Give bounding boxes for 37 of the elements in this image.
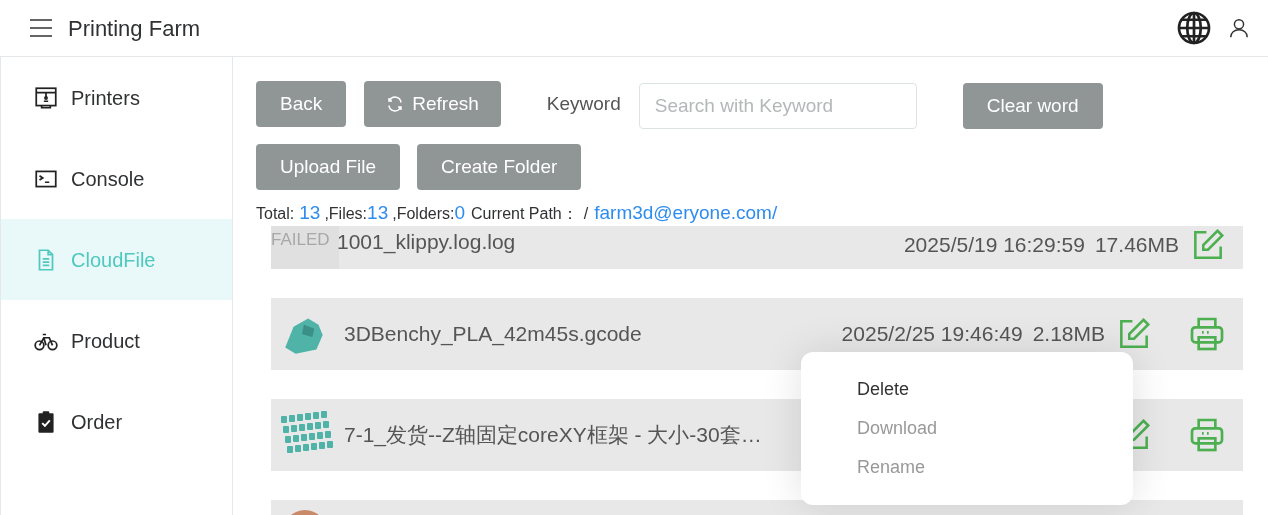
current-path-link[interactable]: farm3d@eryone.com/ <box>594 203 778 223</box>
printer-icon <box>33 84 59 111</box>
sidebar-item[interactable]: Order <box>1 381 232 462</box>
path-label: Current Path： <box>471 204 578 224</box>
menu-icon[interactable] <box>30 19 52 37</box>
keyword-label: Keyword <box>546 91 621 116</box>
upload-file-button[interactable]: Upload File <box>256 144 401 190</box>
create-folder-button[interactable]: Create Folder <box>417 144 582 190</box>
sidebar-item[interactable]: Printers <box>1 57 232 138</box>
file-name: 1001_klippy.log.log <box>337 229 516 256</box>
search-field[interactable]: Search with Keyword <box>638 83 917 129</box>
back-button[interactable]: Back <box>256 81 347 127</box>
files-count: 13 <box>367 203 389 223</box>
file-date: 2025/2/25 19:46:49 <box>841 321 1023 348</box>
file-row[interactable]: FAILED 1001_klippy.log.log 2025/5/19 16:29:59 17.46MB <box>271 226 1243 269</box>
total-label: Total: <box>256 204 295 224</box>
refresh-icon <box>386 95 405 113</box>
file-name: 3DBenchy_PLA_42m45s.gcode <box>344 321 642 348</box>
user-icon[interactable] <box>1228 17 1250 39</box>
failed-label: FAILED <box>271 229 330 250</box>
app-title: Printing Farm <box>68 14 201 43</box>
refresh-button[interactable]: Refresh <box>364 81 501 127</box>
total-count: 13 <box>299 203 321 223</box>
clear-word-button[interactable]: Clear word <box>962 83 1103 129</box>
folders-count: 0 <box>454 203 466 223</box>
globe-icon[interactable] <box>1176 10 1212 46</box>
sidebar-item[interactable]: Product <box>1 300 232 381</box>
file-date: 2025/5/19 16:29:59 <box>903 232 1085 259</box>
file-size: 17.46MB <box>1094 232 1179 259</box>
path-separator: / <box>583 204 589 224</box>
file-name: 7-1_发货--Z轴固定coreXY框架 - 大小-30套… <box>344 422 762 449</box>
folders-label: ,Folders: <box>392 204 455 224</box>
sidebar-item[interactable]: Console <box>1 138 232 219</box>
sidebar-item[interactable]: CloudFile <box>1 219 232 300</box>
file-size: 2.18MB <box>1032 321 1105 348</box>
file-row[interactable]: 3DBenchy_PLA_42m45s.gcode 2025/2/25 19:46:49 2.18MB <box>271 298 1243 370</box>
files-label: ,Files: <box>324 204 368 224</box>
